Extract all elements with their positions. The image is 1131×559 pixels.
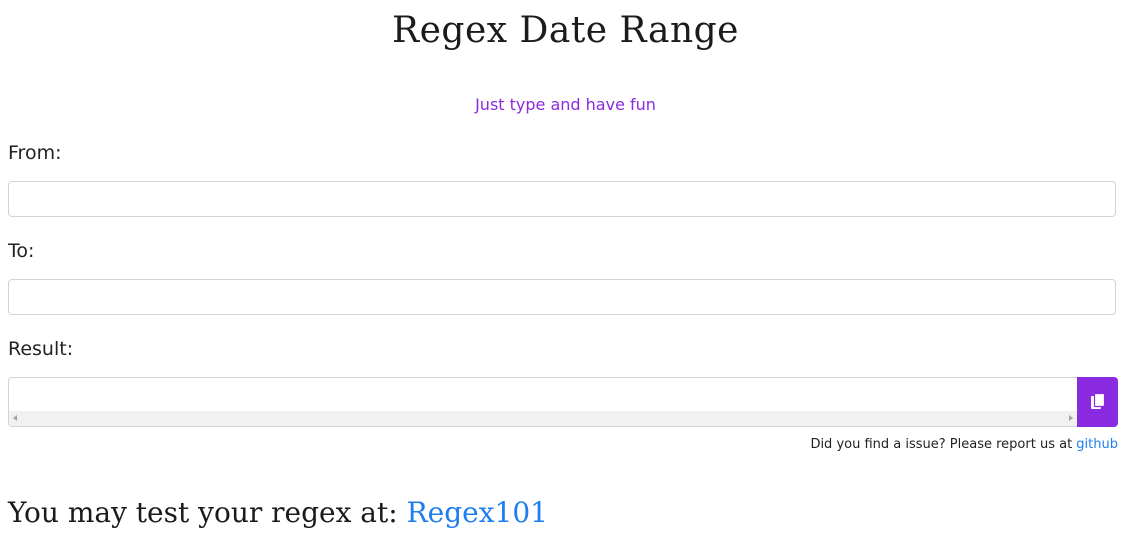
regex101-link[interactable]: Regex101 <box>407 496 548 529</box>
report-issue-text: Did you find a issue? Please report us a… <box>810 437 1118 452</box>
result-label: Result: <box>8 338 74 360</box>
to-label: To: <box>8 240 35 262</box>
scroll-left-arrow-icon[interactable] <box>13 415 17 421</box>
regex-test-footer: You may test your regex at: Regex101 <box>8 496 548 529</box>
copy-result-button[interactable] <box>1077 377 1118 427</box>
from-label: From: <box>8 142 62 164</box>
scroll-right-arrow-icon[interactable] <box>1069 415 1073 421</box>
result-horizontal-scrollbar[interactable] <box>9 411 1077 426</box>
copy-icon <box>1090 393 1105 409</box>
page-title: Regex Date Range <box>392 10 739 51</box>
report-issue-message: Did you find a issue? Please report us a… <box>810 437 1077 452</box>
page: Regex Date Range Just type and have fun … <box>0 0 1131 559</box>
from-input[interactable] <box>8 181 1116 217</box>
result-field[interactable] <box>8 377 1077 427</box>
to-input[interactable] <box>8 279 1116 315</box>
footer-message: You may test your regex at: <box>8 496 407 529</box>
page-subtitle: Just type and have fun <box>475 95 656 114</box>
github-link[interactable]: github <box>1076 437 1118 452</box>
